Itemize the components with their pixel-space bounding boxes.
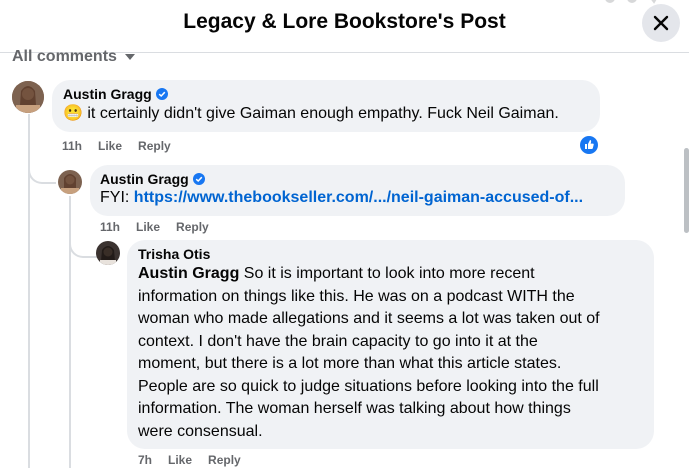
grimace-emoji-icon: 😬 [63, 105, 83, 122]
reply-button[interactable]: Reply [138, 139, 171, 153]
comment-filter-dropdown[interactable]: All comments [12, 48, 135, 66]
comment-text-line: People are so quick to judge situations … [138, 377, 599, 395]
reply-button[interactable]: Reply [176, 220, 209, 234]
comment-text: it certainly didn't give Gaiman enough e… [87, 105, 559, 122]
comment-author[interactable]: Austin Gragg [63, 86, 152, 102]
avatar-photo-icon [58, 170, 82, 194]
comment-time[interactable]: 7h [138, 453, 152, 467]
page-title: Legacy & Lore Bookstore's Post [183, 10, 506, 33]
comment-bubble: Austin Gragg FYI: https://www.thebooksel… [90, 165, 625, 216]
comment-bubble: Trisha Otis Austin Gragg So it is import… [127, 240, 654, 449]
comment-time[interactable]: 11h [100, 220, 120, 234]
avatar[interactable] [12, 81, 44, 113]
comment-text-line: moment, but there is a lot more than wha… [138, 355, 562, 372]
article-link[interactable]: https://www.thebookseller.com/.../neil-g… [134, 189, 583, 206]
post-header: Legacy & Lore Bookstore's Post [0, 0, 689, 53]
comment-text-line: information on things like this. He was … [138, 287, 575, 305]
comment-text-line: were consensual. [138, 422, 263, 440]
comment-bubble: Austin Gragg 😬 it certainly didn't give … [52, 80, 600, 132]
mention-link[interactable]: Austin Gragg [138, 265, 239, 282]
comment-prefix: FYI: [100, 189, 130, 206]
like-button[interactable]: Like [136, 220, 160, 234]
comment-author[interactable]: Trisha Otis [138, 246, 210, 262]
comment-text-line: So it is important to look into more rec… [239, 265, 535, 282]
comment-time[interactable]: 11h [62, 139, 82, 153]
comment-text-line: information. The woman herself was talki… [138, 400, 571, 417]
avatar[interactable] [96, 241, 120, 265]
like-button[interactable]: Like [168, 453, 192, 467]
comment-author[interactable]: Austin Gragg [100, 171, 189, 187]
comment-text-line: context. I don't have the brain capacity… [138, 332, 538, 350]
avatar-photo-icon [96, 241, 120, 265]
reply-button[interactable]: Reply [208, 453, 241, 467]
scrollbar[interactable] [684, 148, 689, 233]
thread-connector-1 [28, 160, 56, 184]
avatar-photo-icon [12, 81, 44, 113]
avatar[interactable] [58, 170, 82, 194]
caret-down-icon [124, 54, 135, 60]
thread-connector-2 [69, 236, 97, 258]
comment-text-line: woman who made allegations and it seems … [138, 310, 600, 327]
comment-filter-label: All comments [12, 48, 117, 65]
close-icon [653, 15, 669, 31]
verified-badge-icon [192, 173, 205, 185]
like-button[interactable]: Like [98, 139, 122, 153]
verified-badge-icon [155, 88, 168, 100]
close-button[interactable] [642, 4, 680, 42]
like-reaction-icon[interactable] [580, 136, 598, 154]
